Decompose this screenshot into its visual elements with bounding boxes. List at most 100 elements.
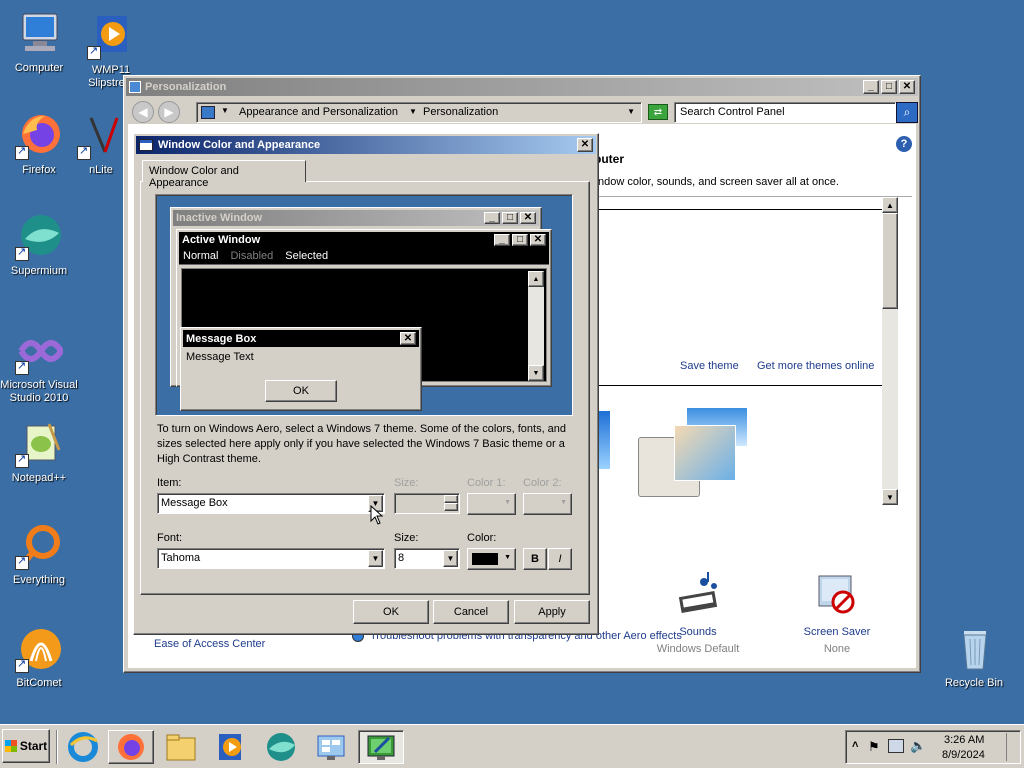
personalization-titlebar[interactable]: Personalization _ □ ✕ (126, 78, 918, 96)
font-color-swatch (472, 553, 498, 565)
color1-picker[interactable]: ▼ (467, 493, 516, 515)
start-label: Start (19, 739, 48, 753)
preview-minimize-icon: _ (484, 212, 500, 224)
font-size-select[interactable]: 8 ▼ (394, 548, 460, 569)
search-icon[interactable]: ⌕ (896, 102, 918, 123)
size-stepper-down-icon[interactable] (444, 503, 458, 511)
size-stepper-up-icon[interactable] (444, 495, 458, 503)
desktop-icon-firefox[interactable]: Firefox (0, 112, 78, 177)
maximize-button[interactable]: □ (881, 80, 897, 94)
ok-button[interactable]: OK (353, 600, 429, 624)
volume-muted-icon[interactable]: 🔈 (910, 738, 926, 754)
show-desktop-button[interactable] (1006, 733, 1018, 761)
taskbar-personalization-icon[interactable] (358, 730, 404, 764)
dialog-titlebar[interactable]: Window Color and Appearance ✕ (136, 136, 596, 154)
tray-expand-icon[interactable]: ˄ (852, 739, 858, 751)
preview-inactive-title: Inactive Window (176, 212, 263, 224)
help-icon[interactable]: ? (896, 136, 912, 152)
shortcut-arrow-icon (15, 145, 29, 160)
appearance-preview[interactable]: Inactive Window _ □ ✕ Active Window _ □ … (155, 194, 573, 416)
scroll-down-button[interactable]: ▼ (882, 489, 898, 505)
firefox-icon (15, 112, 63, 160)
preview-message-box[interactable]: Message Box ✕ Message Text OK (180, 327, 422, 411)
window-title: Personalization (145, 81, 227, 93)
taskbar-ie-icon[interactable] (60, 730, 106, 764)
refresh-button[interactable]: ⇄ (648, 104, 668, 120)
item-select[interactable]: Message Box ▼ (157, 493, 385, 514)
sounds-item[interactable]: Sounds Windows Default (644, 572, 752, 655)
windows-logo-icon (4, 740, 17, 752)
scroll-up-button[interactable]: ▲ (882, 197, 898, 213)
screensaver-label[interactable]: Screen Saver (782, 626, 892, 638)
desktop-icon-everything[interactable]: Everything (0, 522, 78, 587)
italic-button[interactable]: I (548, 548, 572, 570)
theme-thumbnail[interactable] (598, 411, 610, 469)
screensaver-icon (813, 572, 861, 620)
tab-window-color[interactable]: Window Color and Appearance (142, 160, 306, 189)
taskbar-supermium-icon[interactable] (258, 730, 304, 764)
preview-scrollbar: ▲ ▼ (528, 271, 544, 381)
theme-scrollbar[interactable]: ▲ ▼ (882, 197, 898, 505)
ease-of-access-link[interactable]: Ease of Access Center (154, 638, 265, 650)
taskbar-firefox-icon[interactable] (108, 730, 154, 764)
screensaver-value: None (823, 643, 851, 655)
save-theme-link[interactable]: Save theme (680, 360, 739, 372)
scroll-thumb[interactable] (882, 213, 898, 309)
preview-maximize-icon: □ (502, 212, 518, 224)
color1-label: Color 1: (467, 477, 506, 489)
breadcrumb-chevron-icon[interactable]: ▼ (409, 107, 417, 116)
shortcut-arrow-icon (15, 246, 29, 261)
address-bar[interactable]: ▼ Appearance and Personalization ▼ Perso… (196, 102, 642, 123)
taskbar-media-player-icon[interactable] (208, 730, 254, 764)
font-label: Font: (157, 532, 183, 544)
clock-date[interactable]: 8/9/2024 (942, 749, 985, 761)
desktop-icon-supermium[interactable]: Supermium (0, 213, 78, 278)
taskbar-control-panel-icon[interactable] (308, 730, 354, 764)
search-placeholder: Search Control Panel (680, 106, 785, 118)
minimize-button[interactable]: _ (863, 80, 879, 94)
desktop-icon-computer[interactable]: Computer (0, 10, 78, 75)
bold-button[interactable]: B (523, 548, 547, 570)
desktop-icon-label: Everything (13, 574, 65, 586)
start-button[interactable]: Start (2, 729, 50, 763)
theme-thumbnail-stack (674, 407, 762, 487)
desktop-icon-nlite[interactable]: nLite (76, 112, 126, 177)
size-stepper[interactable] (394, 493, 460, 514)
preview-menubar: Normal Disabled Selected (179, 248, 549, 265)
desktop-icon-label: BitComet (16, 677, 62, 689)
font-size-dropdown-icon[interactable]: ▼ (443, 550, 458, 567)
color2-picker[interactable]: ▼ (523, 493, 572, 515)
clock-time[interactable]: 3:26 AM (944, 734, 984, 746)
breadcrumb-appearance[interactable]: Appearance and Personalization (239, 106, 398, 118)
desktop-icon-visual-studio[interactable]: Microsoft Visual Studio 2010 (0, 327, 78, 405)
action-center-flag-icon[interactable]: ⚑ (868, 739, 880, 755)
font-dropdown-icon[interactable]: ▼ (368, 550, 383, 567)
apply-button[interactable]: Apply (514, 600, 590, 624)
network-icon[interactable] (888, 739, 904, 753)
desktop-icon-bitcomet[interactable]: BitComet (0, 625, 78, 690)
theme-list[interactable]: Save theme Get more themes online ▲ ▼ (598, 196, 912, 505)
close-button[interactable]: ✕ (899, 80, 915, 94)
supermium-icon (15, 213, 63, 261)
breadcrumb-chevron-icon[interactable]: ▼ (221, 106, 229, 115)
forward-button[interactable]: ▶ (158, 101, 180, 123)
aero-info-text: To turn on Windows Aero, select a Window… (157, 423, 567, 465)
get-more-themes-link[interactable]: Get more themes online (757, 360, 874, 372)
font-select[interactable]: Tahoma ▼ (157, 548, 385, 569)
desktop-icon-recycle-bin[interactable]: Recycle Bin (935, 625, 1013, 690)
address-dropdown-icon[interactable]: ▼ (627, 107, 635, 116)
screensaver-item[interactable]: Screen Saver None (782, 572, 892, 655)
size-label: Size: (394, 477, 419, 489)
control-panel-small-icon (201, 106, 215, 119)
desktop-icon-label: Computer (14, 62, 64, 74)
dialog-close-button[interactable]: ✕ (577, 138, 593, 152)
sounds-value: Windows Default (656, 643, 740, 655)
taskbar-explorer-icon[interactable] (158, 730, 204, 764)
cancel-button[interactable]: Cancel (433, 600, 509, 624)
back-button[interactable]: ◀ (132, 101, 154, 123)
breadcrumb-personalization[interactable]: Personalization (423, 106, 498, 118)
dialog-app-icon (139, 139, 153, 151)
search-input[interactable]: Search Control Panel (674, 102, 896, 123)
font-color-picker[interactable]: ▼ (467, 548, 516, 570)
desktop-icon-notepadpp[interactable]: Notepad++ (0, 420, 78, 485)
